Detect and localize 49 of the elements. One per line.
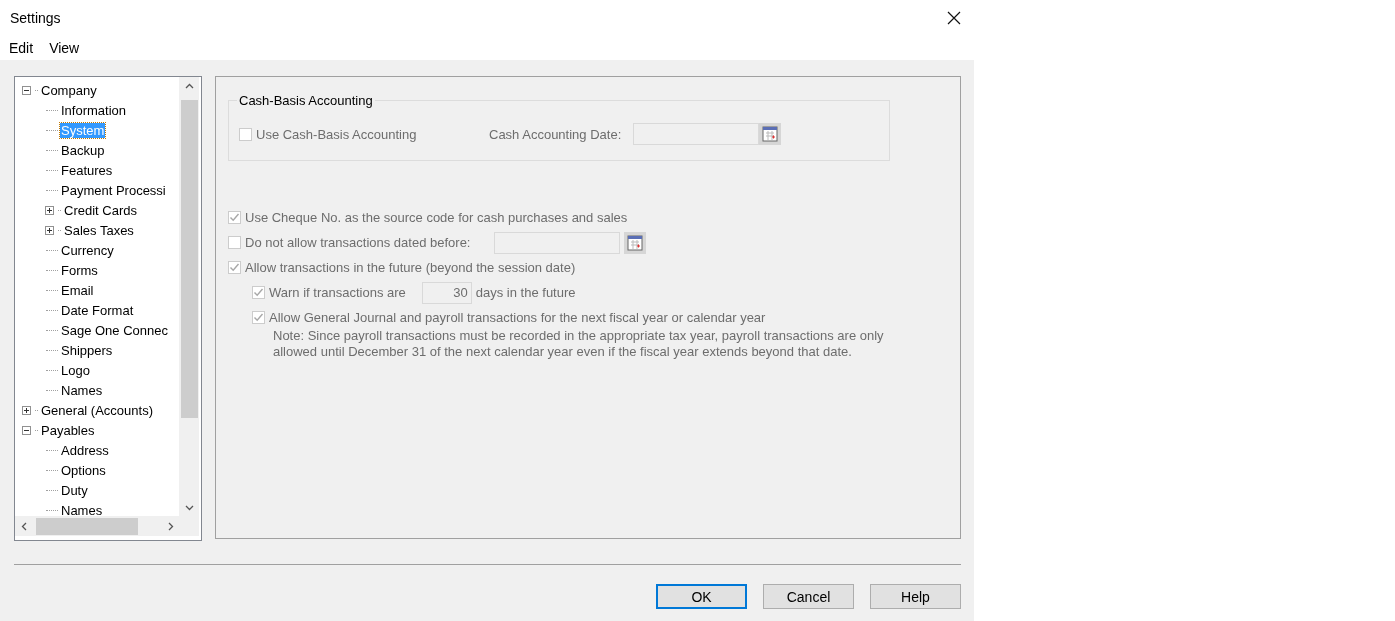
option-label: Allow transactions in the future (beyond the session date) [245,260,576,275]
tree-item[interactable]: Credit Cards [63,202,138,218]
tree-item[interactable]: General (Accounts) [40,402,154,418]
tree-item[interactable]: Names [60,382,104,398]
note-text: Note: Since payroll transactions must be recorded in the appropriate tax year, payroll transactions are only allowed until December 31 of the next calendar year even if the fiscal year extends beyond that date. [273,328,885,360]
tree-item[interactable]: Email [60,282,95,298]
tree-item[interactable]: Sage One Connec [60,322,169,338]
tree-item[interactable]: Company [40,82,98,98]
tree-item[interactable]: Date Format [60,302,135,318]
horizontal-scrollbar[interactable] [15,516,179,536]
days-label: days in the future [475,285,576,300]
expand-icon[interactable] [45,225,54,235]
option-label: Do not allow transactions dated before: [245,235,471,250]
dialog-button[interactable]: Cancel [763,584,854,609]
tree-item[interactable]: Duty [60,482,89,498]
option-label: Use Cash-Basis Accounting [256,126,417,142]
window-title: Settings [10,9,61,26]
collapse-icon[interactable] [22,425,31,435]
option-label: Warn if transactions are [269,285,406,300]
tree-item[interactable]: Forms [60,262,99,278]
calendar-button[interactable] [624,231,647,254]
tree-item[interactable]: Address [60,442,110,458]
tree-item[interactable]: Names [60,502,104,516]
group-title: Cash-Basis Accounting [238,93,374,108]
expand-icon[interactable] [45,205,54,215]
tree-item[interactable]: Payables [40,422,96,438]
date-field[interactable] [633,123,760,145]
collapse-icon[interactable] [22,85,31,95]
scroll-thumb[interactable] [180,100,198,418]
tree-item[interactable]: Payment Processi [60,182,167,198]
field-label: Cash Accounting Date: [489,126,622,142]
dialog-button[interactable]: OK [656,584,747,609]
tree-item[interactable]: Backup [60,142,106,158]
option-label: Use Cheque No. as the source code for cash purchases and sales [245,210,628,225]
expand-icon[interactable] [22,405,31,415]
menu-item[interactable]: View [49,39,80,56]
calendar-button[interactable] [759,123,782,145]
vertical-scrollbar[interactable] [179,77,199,516]
menu-item[interactable]: Edit [9,39,34,56]
dialog-button[interactable]: Help [870,584,961,609]
tree-item[interactable]: Options [60,462,107,478]
option-label: Allow General Journal and payroll transactions for the next fiscal year or calendar year [269,310,766,325]
tree-item[interactable]: Shippers [60,342,114,358]
scroll-thumb[interactable] [36,517,138,535]
tree-item[interactable]: Information [60,102,128,118]
tree-item[interactable]: Currency [60,242,115,258]
tree-item[interactable]: Logo [60,362,91,378]
tree-item[interactable]: Sales Taxes [63,222,135,238]
tree-item[interactable]: Features [60,162,114,178]
